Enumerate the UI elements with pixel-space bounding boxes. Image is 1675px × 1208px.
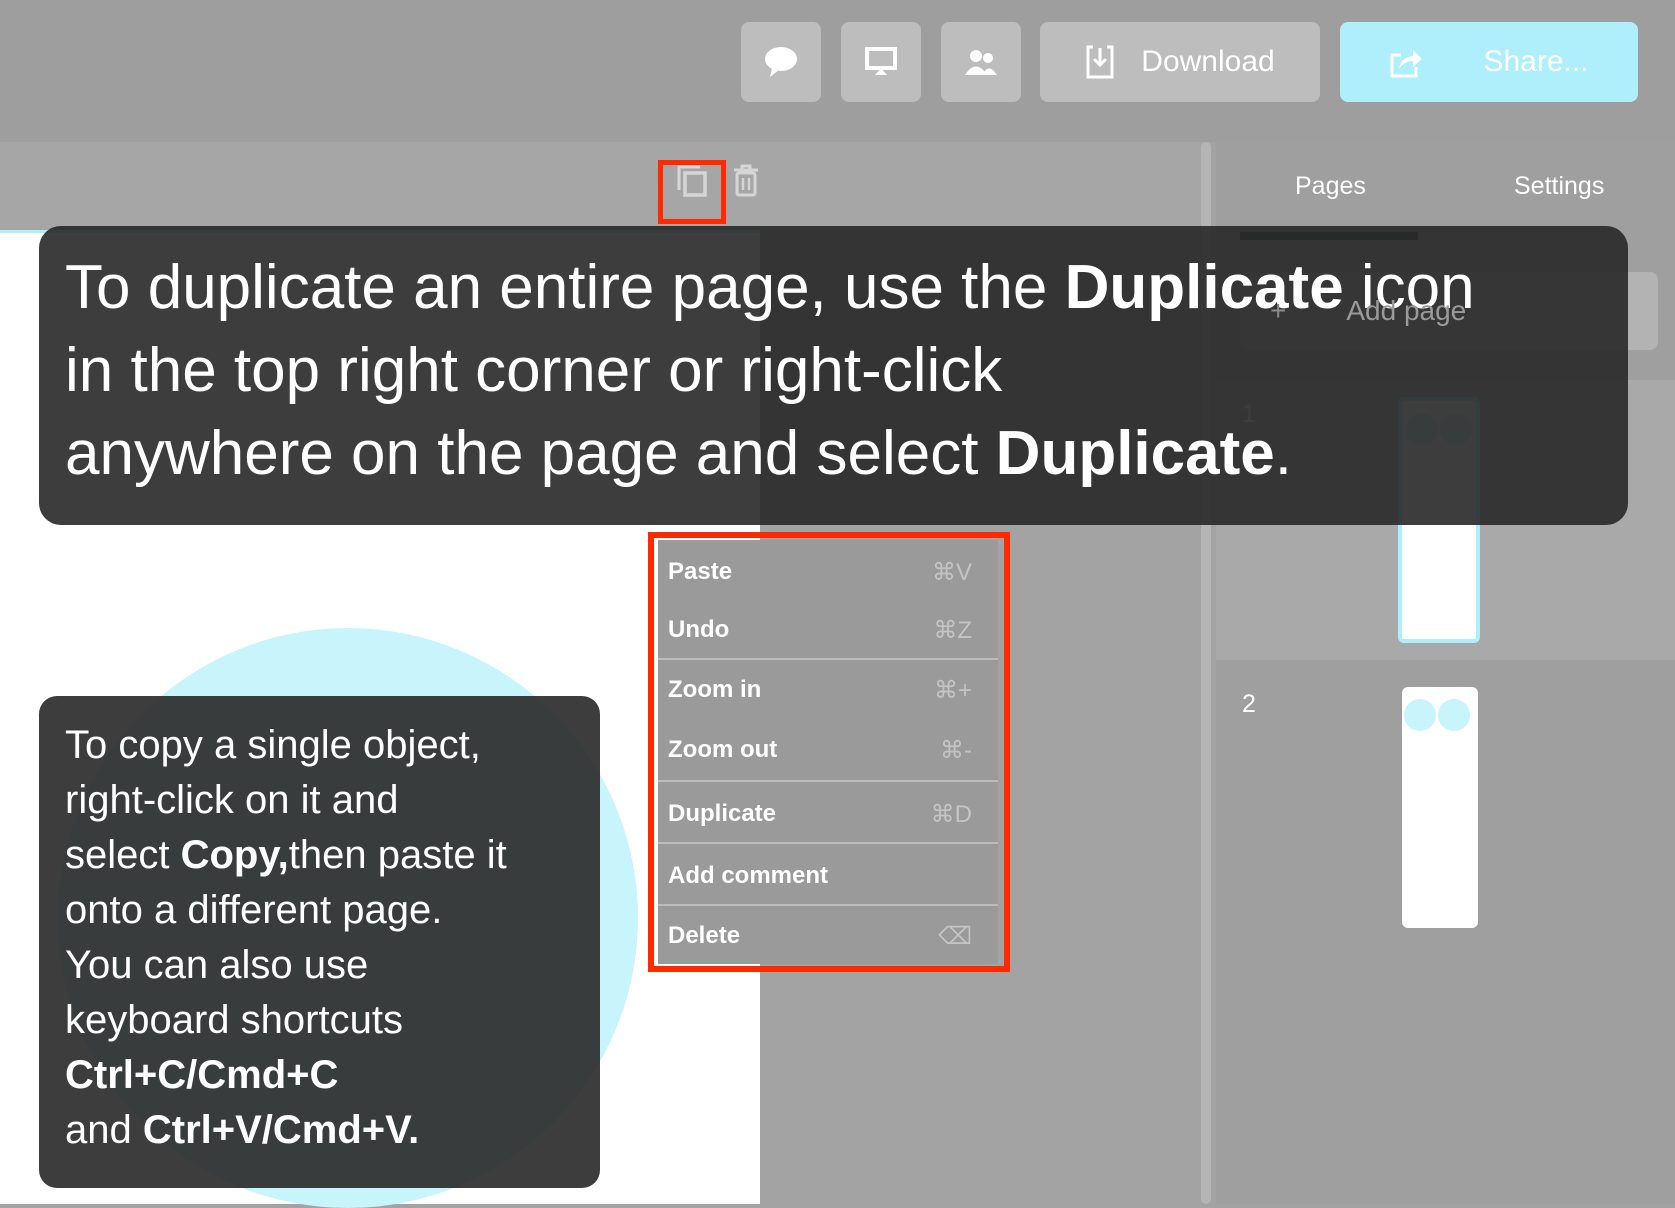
tooltip-line: right-click on it and	[65, 773, 574, 828]
text: onto a different page.	[65, 888, 443, 932]
bold-text: Ctrl+C/Cmd+C	[65, 1053, 339, 1097]
share-label: Share...	[1483, 45, 1589, 78]
text: .	[1274, 419, 1292, 488]
tooltip-duplicate-page: To duplicate an entire page, use the Dup…	[39, 226, 1628, 525]
tab-settings[interactable]: Settings	[1514, 172, 1604, 201]
users-icon	[965, 50, 997, 75]
page-number: 2	[1242, 690, 1256, 718]
context-menu-highlight	[648, 532, 1010, 972]
tooltip-line: keyboard shortcuts	[65, 993, 574, 1048]
comment-icon	[765, 47, 797, 77]
share-button[interactable]: Share...	[1340, 22, 1638, 102]
collaborators-button[interactable]	[941, 22, 1021, 102]
bold-text: Duplicate	[1064, 253, 1344, 322]
tooltip-line: To copy a single object,	[65, 718, 574, 773]
tooltip-line: and Ctrl+V/Cmd+V.	[65, 1103, 574, 1158]
page-toolbar	[0, 142, 1205, 230]
text: and	[65, 1108, 143, 1152]
trash-icon[interactable]	[732, 164, 760, 198]
page-item-2[interactable]: 2	[1216, 660, 1675, 1204]
train-icon	[1438, 699, 1470, 731]
share-icon	[1390, 50, 1423, 78]
page-thumbnail[interactable]	[1402, 687, 1478, 928]
duplicate-highlight	[658, 160, 726, 224]
text: anywhere on the page and select	[65, 419, 996, 488]
top-bar: Download Share...	[0, 0, 1675, 142]
tooltip-line: in the top right corner or right-click	[65, 329, 1602, 412]
tooltip-copy-object: To copy a single object, right-click on i…	[39, 696, 600, 1188]
text: in the top right corner or right-click	[65, 336, 1003, 405]
add-page-label: Add page	[1346, 295, 1467, 326]
bold-text: Copy,	[180, 833, 289, 877]
text: keyboard shortcuts	[65, 998, 403, 1042]
bold-text: Ctrl+V/Cmd+V.	[142, 1108, 420, 1152]
plus-icon: +	[1270, 295, 1287, 326]
text: You can also use	[65, 943, 369, 987]
tooltip-line: select Copy,then paste it	[65, 828, 574, 883]
tooltip-line: anywhere on the page and select Duplicat…	[65, 412, 1602, 495]
text: right-click on it and	[65, 778, 399, 822]
text: select	[65, 833, 181, 877]
tooltip-line: Ctrl+C/Cmd+C	[65, 1048, 574, 1103]
comments-button[interactable]	[741, 22, 821, 102]
monitor-icon	[865, 47, 897, 75]
airplane-icon	[1404, 699, 1436, 731]
present-button[interactable]	[841, 22, 921, 102]
tab-pages[interactable]: Pages	[1295, 172, 1366, 201]
bold-text: Duplicate	[995, 419, 1275, 488]
download-button[interactable]: Download	[1040, 22, 1320, 102]
download-label: Download	[1141, 45, 1275, 78]
tooltip-line: onto a different page.	[65, 883, 574, 938]
text: To copy a single object,	[65, 723, 481, 767]
text: then paste it	[288, 833, 507, 877]
download-icon	[1086, 45, 1114, 79]
tooltip-line: You can also use	[65, 938, 574, 993]
text: To duplicate an entire page, use the	[65, 253, 1065, 322]
